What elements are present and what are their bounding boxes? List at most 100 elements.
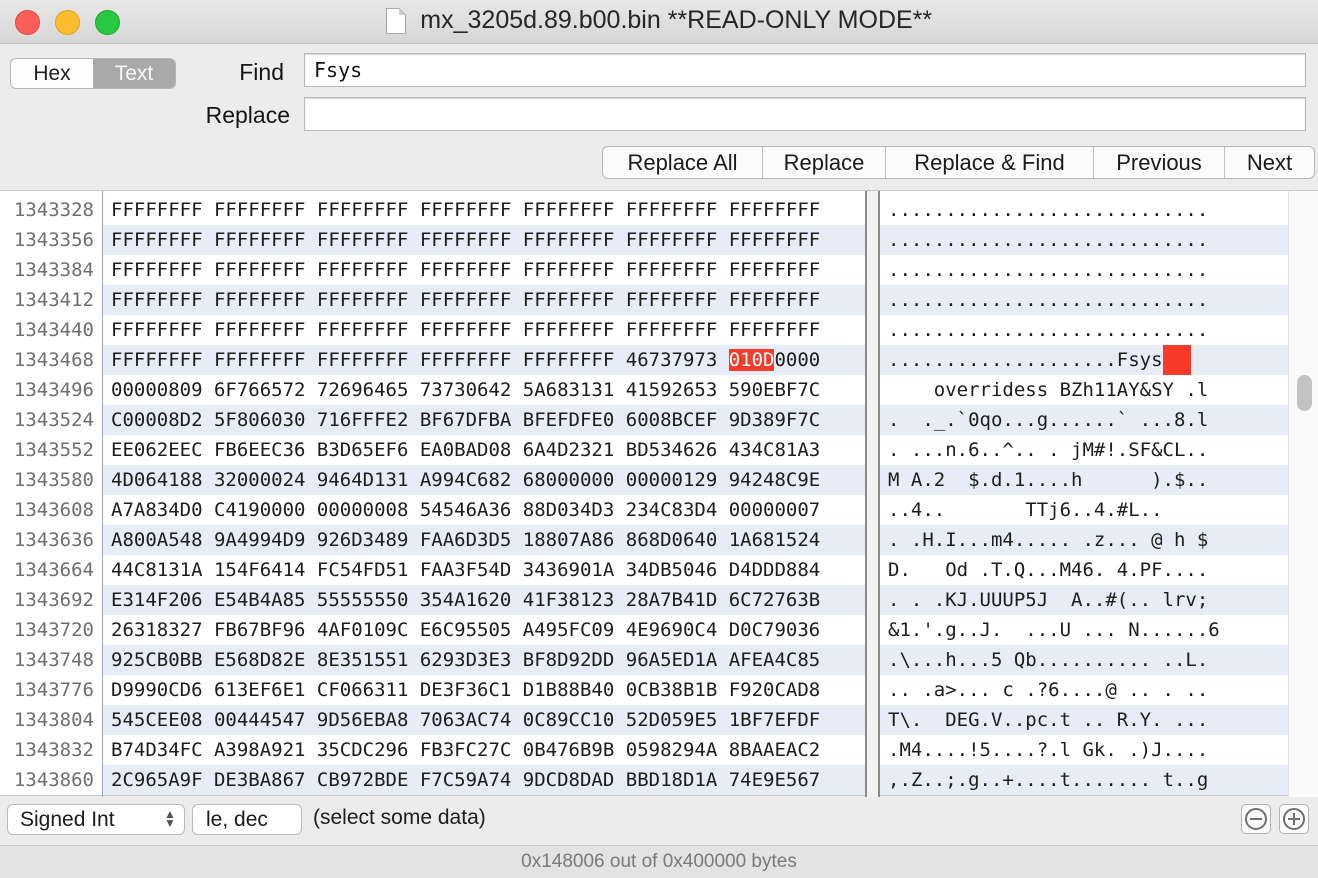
ascii-row[interactable]: . .H.I...m4..... .z... @ h $ <box>880 525 1288 555</box>
ascii-row[interactable]: ............................ <box>880 225 1288 255</box>
offset-cell: 1343636 <box>0 525 102 555</box>
offset-cell: 1343748 <box>0 645 102 675</box>
hex-row[interactable]: EE062EEC FB6EEC36 B3D65EF6 EA0BAD08 6A4D… <box>103 435 865 465</box>
hex-text: FFFFFFFF FFFFFFFF FFFFFFFF FFFFFFFF FFFF… <box>111 349 729 371</box>
hex-row[interactable]: 2C965A9F DE3BA867 CB972BDE F7C59A74 9DCD… <box>103 765 865 795</box>
add-inspector-button[interactable] <box>1279 804 1309 834</box>
hex-row[interactable]: D9990CD6 613EF6E1 CF066311 DE3F36C1 D1B8… <box>103 675 865 705</box>
selected-bytes[interactable]: 010D <box>728 349 775 371</box>
ascii-row[interactable]: D. Od .T.Q...M46. 4.PF.... <box>880 555 1288 585</box>
offset-cell: 1343356 <box>0 225 102 255</box>
mode-hex-button[interactable]: Hex <box>11 59 93 88</box>
replace-all-button[interactable]: Replace All <box>603 147 763 178</box>
hex-text: 0000 <box>774 349 821 371</box>
remove-inspector-button[interactable] <box>1241 804 1271 834</box>
find-replace-buttons: Replace All Replace Replace & Find Previ… <box>602 146 1315 179</box>
ascii-row[interactable]: . ...n.6..^.. . jM#!.SF&CL.. <box>880 435 1288 465</box>
hex-row[interactable]: B74D34FC A398A921 35CDC296 FB3FC27C 0B47… <box>103 735 865 765</box>
ascii-row[interactable]: ............................ <box>880 195 1288 225</box>
ascii-row[interactable]: overridess BZh11AY&SY .l <box>880 375 1288 405</box>
ascii-row[interactable]: .\...h...5 Qb.......... ..L. <box>880 645 1288 675</box>
column-divider[interactable] <box>865 191 880 797</box>
offset-cell: 1343804 <box>0 705 102 735</box>
ascii-row[interactable]: &1.'.g..J. ...U ... N......6 <box>880 615 1288 645</box>
hex-row[interactable]: 4D064188 32000024 9464D131 A994C682 6800… <box>103 465 865 495</box>
replace-label: Replace <box>205 102 290 128</box>
offset-cell: 1343608 <box>0 495 102 525</box>
offset-cell: 1343412 <box>0 285 102 315</box>
hex-column[interactable]: FFFFFFFF FFFFFFFF FFFFFFFF FFFFFFFF FFFF… <box>103 195 865 795</box>
ascii-text: T\. DEG.V..pc.t .. R.Y. ... <box>888 709 1209 731</box>
offset-cell: 1343664 <box>0 555 102 585</box>
hex-row[interactable]: 26318327 FB67BF96 4AF0109C E6C95505 A495… <box>103 615 865 645</box>
ascii-text: .M4....!5....?.l Gk. .)J.... <box>888 739 1209 761</box>
hex-row[interactable]: A800A548 9A4994D9 926D3489 FAA6D3D5 1880… <box>103 525 865 555</box>
endian-popup[interactable]: le, dec <box>192 804 302 835</box>
ascii-row[interactable]: . . .KJ.UUUP5J A..#(.. lrv; <box>880 585 1288 615</box>
hex-row[interactable]: A7A834D0 C4190000 00000008 54546A36 88D0… <box>103 495 865 525</box>
hex-editor-area[interactable]: 1343328 1343356 1343384 1343412 1343440 13434… <box>0 190 1318 797</box>
ascii-row[interactable]: M A.2 $.d.1....h ).$.. <box>880 465 1288 495</box>
offset-cell: 1343832 <box>0 735 102 765</box>
offset-cell: 1343776 <box>0 675 102 705</box>
scrollbar-thumb[interactable] <box>1297 375 1312 411</box>
ascii-text: ............................ <box>888 259 1209 281</box>
ascii-row[interactable]: .. .a>... c .?6....@ .. . .. <box>880 675 1288 705</box>
find-label: Find <box>239 59 284 85</box>
vertical-scrollbar[interactable] <box>1288 191 1318 797</box>
ascii-text: .. .a>... c .?6....@ .. . .. <box>888 679 1209 701</box>
title-bar: mx_3205d.89.b00.bin **READ-ONLY MODE** <box>0 0 1318 44</box>
ascii-column[interactable]: ........................................… <box>880 195 1288 795</box>
hexfiend-window: mx_3205d.89.b00.bin **READ-ONLY MODE** H… <box>0 0 1318 878</box>
type-popup[interactable]: Signed Int ▲ ▼ <box>7 804 185 835</box>
hex-row[interactable]: FFFFFFFF FFFFFFFF FFFFFFFF FFFFFFFF FFFF… <box>103 345 865 375</box>
hex-row[interactable]: 00000809 6F766572 72696465 73730642 5A68… <box>103 375 865 405</box>
ascii-row[interactable]: ............................ <box>880 315 1288 345</box>
ascii-row[interactable]: .M4....!5....?.l Gk. .)J.... <box>880 735 1288 765</box>
ascii-text: .\...h...5 Qb.......... ..L. <box>888 649 1209 671</box>
previous-button[interactable]: Previous <box>1094 147 1225 178</box>
ascii-text: ..4.. TTj6..4.#L.. <box>888 499 1209 521</box>
ascii-text: ............................ <box>888 229 1209 251</box>
ascii-row[interactable]: ............................ <box>880 285 1288 315</box>
offset-cell: 1343496 <box>0 375 102 405</box>
plus-icon <box>1283 808 1305 830</box>
ascii-text: &1.'.g..J. ...U ... N......6 <box>888 619 1220 641</box>
ascii-row[interactable]: T\. DEG.V..pc.t .. R.Y. ... <box>880 705 1288 735</box>
hex-row[interactable]: 925CB0BB E568D82E 8E351551 6293D3E3 BF8D… <box>103 645 865 675</box>
hex-row[interactable]: FFFFFFFF FFFFFFFF FFFFFFFF FFFFFFFF FFFF… <box>103 195 865 225</box>
ascii-row[interactable]: ............................ <box>880 255 1288 285</box>
selected-ascii[interactable] <box>1162 345 1191 375</box>
ascii-row[interactable]: ..4.. TTj6..4.#L.. <box>880 495 1288 525</box>
hex-text-segmented-control[interactable]: Hex Text <box>10 58 176 89</box>
ascii-row[interactable]: . ._.`0qo...g......` ...8.l <box>880 405 1288 435</box>
type-popup-label: Signed Int <box>20 808 115 831</box>
hex-row[interactable]: 44C8131A 154F6414 FC54FD51 FAA3F54D 3436… <box>103 555 865 585</box>
hex-row[interactable]: FFFFFFFF FFFFFFFF FFFFFFFF FFFFFFFF FFFF… <box>103 285 865 315</box>
hex-row[interactable]: 545CEE08 00444547 9D56EBA8 7063AC74 0C89… <box>103 705 865 735</box>
replace-button[interactable]: Replace <box>763 147 886 178</box>
hex-row[interactable]: C00008D2 5F806030 716FFFE2 BF67DFBA BFEF… <box>103 405 865 435</box>
hex-row[interactable]: E314F206 E54B4A85 55555550 354A1620 41F3… <box>103 585 865 615</box>
ascii-row[interactable]: ,.Z..;.g..+....t....... t..g <box>880 765 1288 795</box>
offset-cell: 1343720 <box>0 615 102 645</box>
ascii-row[interactable]: ....................Fsys <box>880 345 1288 375</box>
ascii-text: . ._.`0qo...g......` ...8.l <box>888 409 1209 431</box>
hex-row[interactable]: FFFFFFFF FFFFFFFF FFFFFFFF FFFFFFFF FFFF… <box>103 315 865 345</box>
replace-and-find-button[interactable]: Replace & Find <box>886 147 1094 178</box>
ascii-text: ....................Fsys <box>888 349 1163 371</box>
inspector-status: (select some data) <box>313 806 486 829</box>
offset-cell: 1343440 <box>0 315 102 345</box>
data-inspector-bar: Signed Int ▲ ▼ le, dec (select some data) <box>0 797 1318 845</box>
status-bar: 0x148006 out of 0x400000 bytes <box>0 845 1318 878</box>
window-title: mx_3205d.89.b00.bin **READ-ONLY MODE** <box>420 6 933 34</box>
find-field[interactable]: Fsys <box>304 53 1306 87</box>
next-button[interactable]: Next <box>1225 147 1314 178</box>
ascii-text: ............................ <box>888 319 1209 341</box>
mode-text-button[interactable]: Text <box>93 59 175 88</box>
hex-row[interactable]: FFFFFFFF FFFFFFFF FFFFFFFF FFFFFFFF FFFF… <box>103 225 865 255</box>
replace-field[interactable] <box>304 97 1306 131</box>
ascii-text: . . .KJ.UUUP5J A..#(.. lrv; <box>888 589 1209 611</box>
hex-row[interactable]: FFFFFFFF FFFFFFFF FFFFFFFF FFFFFFFF FFFF… <box>103 255 865 285</box>
ascii-text: . .H.I...m4..... .z... @ h $ <box>888 529 1209 551</box>
